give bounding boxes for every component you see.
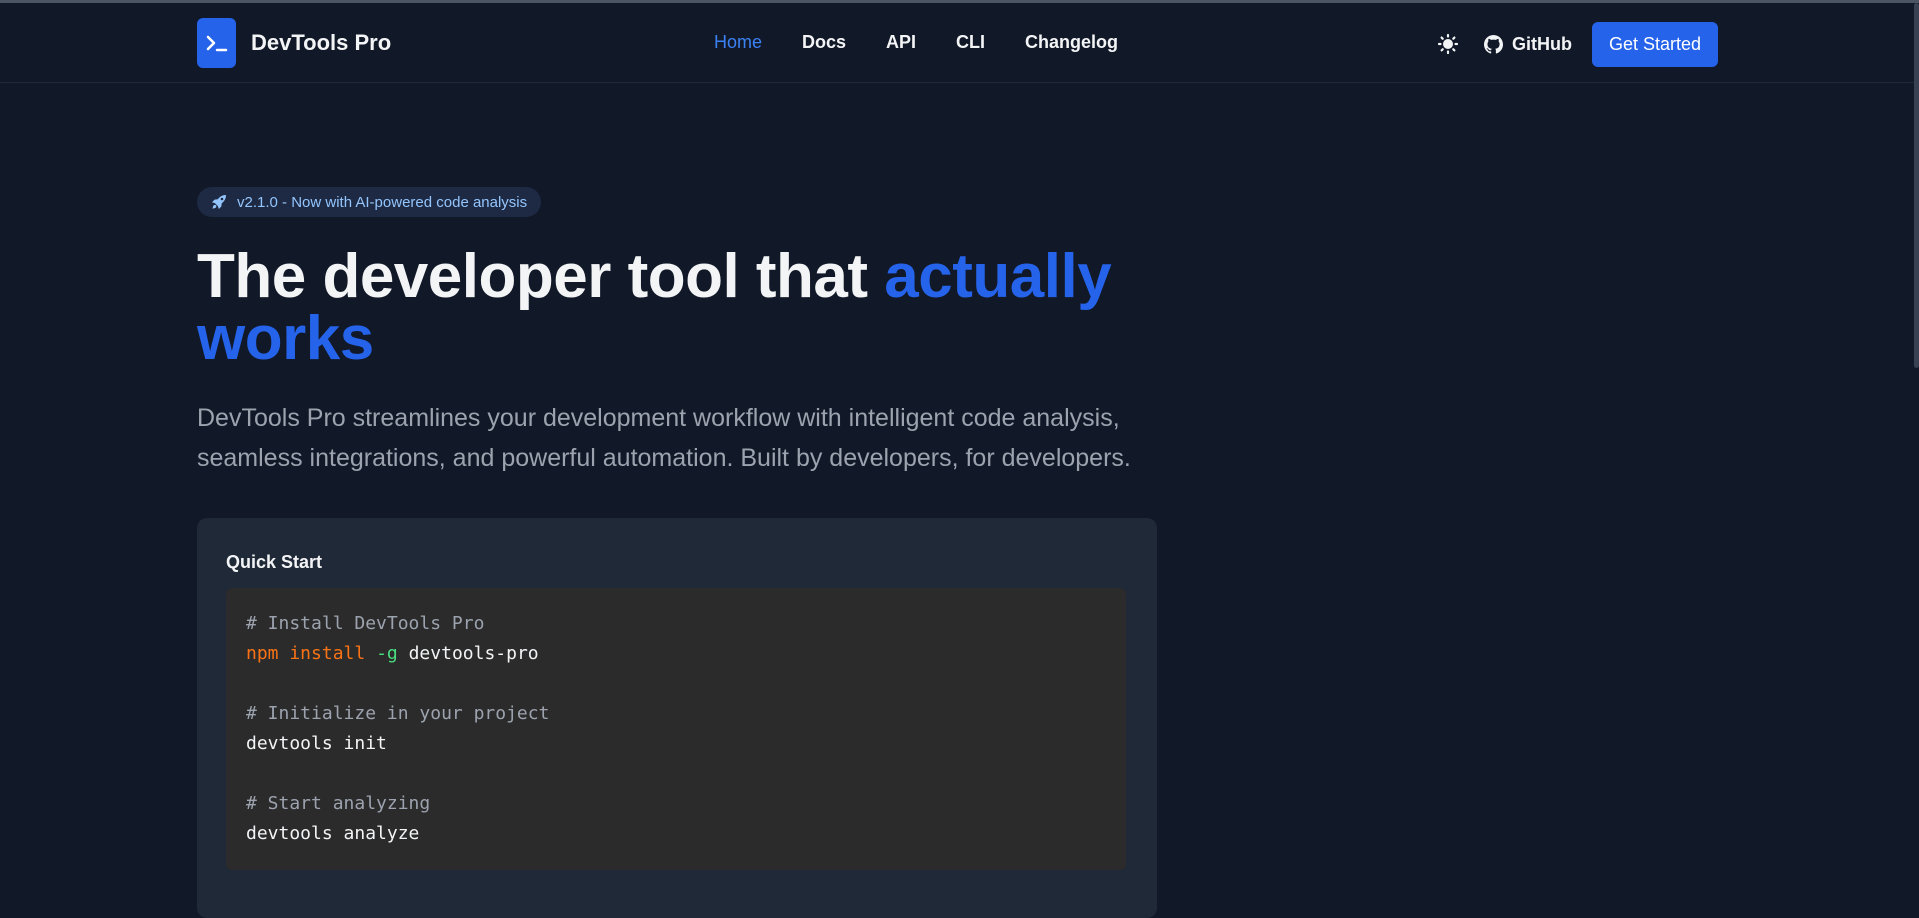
code-comment-init: # Initialize in your project [246, 703, 550, 724]
hero-title: The developer tool that actually works [197, 246, 1157, 370]
get-started-button[interactable]: Get Started [1592, 21, 1718, 67]
nav-link-cli[interactable]: CLI [956, 30, 985, 54]
nav-link-docs[interactable]: Docs [802, 30, 846, 54]
main-nav: Home Docs API CLI Changelog [714, 30, 1158, 54]
nav-link-api[interactable]: API [886, 30, 916, 54]
rocket-icon [211, 194, 227, 210]
github-label: GitHub [1512, 33, 1572, 54]
terminal-logo-icon [197, 18, 236, 68]
nav-link-home[interactable]: Home [714, 30, 762, 54]
quick-start-title: Quick Start [226, 552, 323, 572]
page-scrollbar[interactable] [1914, 3, 1919, 901]
sun-icon[interactable] [1436, 32, 1460, 56]
scrollbar-thumb[interactable] [1914, 3, 1919, 368]
hero-subtitle: DevTools Pro streamlines your developmen… [197, 404, 1131, 472]
quick-start-card: Quick Start # Install DevTools Pro npm i… [197, 518, 1157, 918]
hero-title-main: The developer tool that [197, 242, 885, 311]
github-link[interactable]: GitHub [1484, 34, 1572, 55]
nav-link-changelog[interactable]: Changelog [1025, 30, 1118, 54]
code-line-npm-install: npm install -g devtools-pro [246, 639, 1106, 669]
code-global-flag: -g [376, 643, 398, 664]
top-navbar: DevTools Pro Home Docs API CLI Changelog [0, 3, 1914, 83]
code-comment-install: # Install DevTools Pro [246, 613, 485, 634]
code-block[interactable]: # Install DevTools Pro npm install -g de… [226, 588, 1126, 870]
code-npm-command: npm install [246, 643, 366, 664]
code-line-init: devtools init [246, 733, 387, 754]
version-badge-text: v2.1.0 - Now with AI-powered code analys… [237, 193, 528, 211]
code-line-analyze: devtools analyze [246, 823, 420, 844]
github-icon [1484, 34, 1503, 54]
brand[interactable]: DevTools Pro [197, 18, 391, 68]
header-actions: GitHub Get Started [1436, 21, 1718, 67]
version-badge[interactable]: v2.1.0 - Now with AI-powered code analys… [197, 187, 542, 217]
code-package-name: devtools-pro [408, 643, 539, 664]
code-comment-analyze: # Start analyzing [246, 793, 431, 814]
brand-name: DevTools Pro [251, 30, 392, 55]
